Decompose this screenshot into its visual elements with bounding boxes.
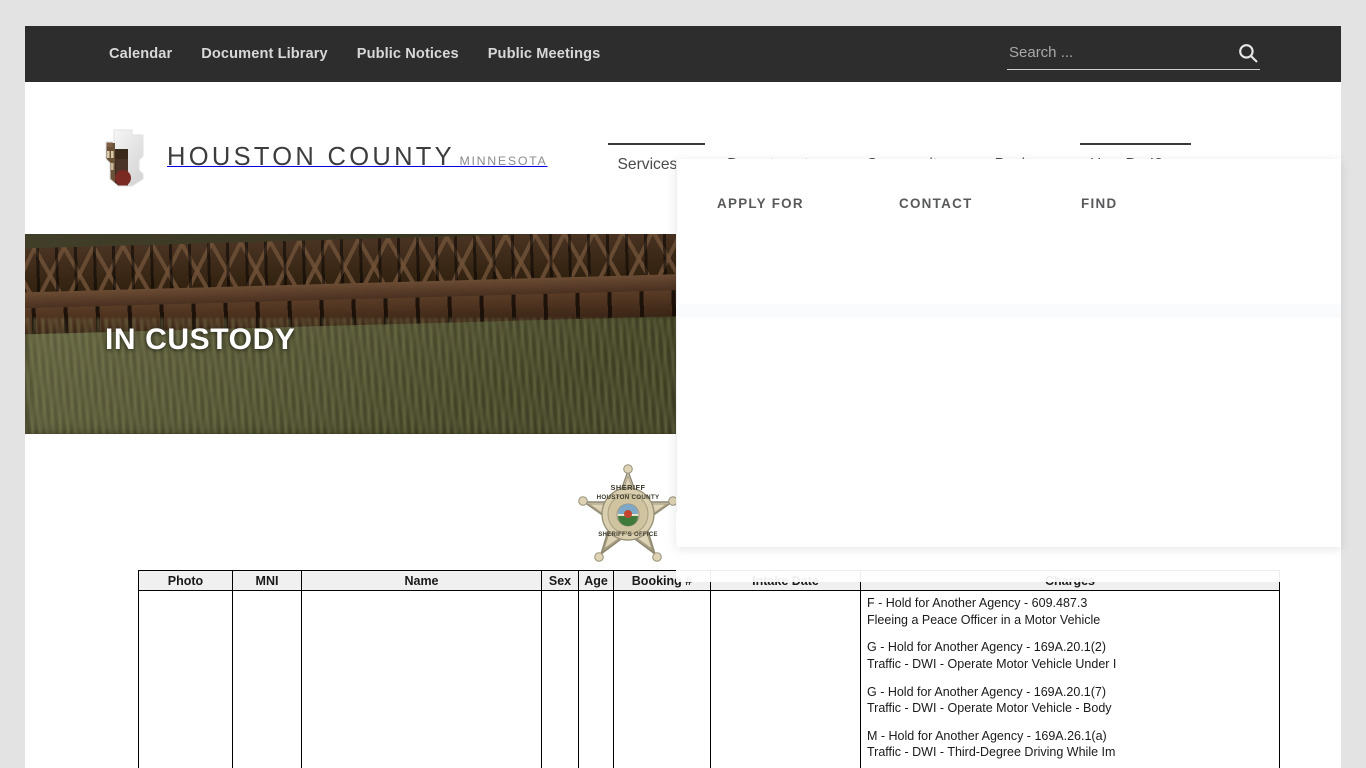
mega-menu-divider [676,304,1341,318]
column-header-intake-date: Intake Date [710,570,861,591]
charge-statute: G - Hold for Another Agency - 169A.20.1(… [867,640,1107,655]
table-body: F - Hold for Another Agency - 609.487.3 F… [138,590,1280,768]
brand-name: HOUSTON COUNTY [167,143,455,172]
mega-menu-heading-apply-for: APPLY FOR [717,196,804,211]
utility-nav: Calendar Document Library Public Notices… [109,46,600,62]
svg-text:HOUSTON COUNTY: HOUSTON COUNTY [596,494,659,501]
cell-photo [138,590,233,768]
search-input[interactable] [1007,44,1236,65]
mega-menu-column-apply-for: APPLY FOR [717,196,899,211]
charge-entry: G - Hold for Another Agency - 169A.20.1(… [867,684,1273,717]
mega-menu-column-contact: CONTACT [899,196,1081,211]
charge-statute: M - Hold for Another Agency - 169A.26.1(… [867,728,1107,743]
charge-description: Fleeing a Peace Officer in a Motor Vehic… [867,612,1101,627]
mega-menu-columns: APPLY FOR CONTACT FIND [676,159,1341,211]
column-header-mni: MNI [232,570,302,591]
cell-name [301,590,542,768]
houston-county-sheriff-badge-icon: SHERIFF HOUSTON COUNTY SHERIFF'S OFFICE [576,464,680,564]
utility-link-calendar[interactable]: Calendar [109,46,172,62]
column-header-photo: Photo [138,570,233,591]
nav-item-services-label: Services [617,156,678,174]
search-box[interactable] [1007,40,1260,70]
column-header-age: Age [578,570,614,591]
utility-link-public-meetings[interactable]: Public Meetings [488,46,601,62]
utility-link-document-library[interactable]: Document Library [201,46,327,62]
charge-entry: G - Hold for Another Agency - 169A.20.1(… [867,639,1273,672]
search-icon[interactable] [1236,41,1260,65]
column-header-booking: Booking # [613,570,711,591]
column-header-name: Name [301,570,542,591]
minnesota-state-courthouse-logo-icon [102,129,146,187]
mega-menu-heading-contact: CONTACT [899,196,973,211]
cell-booking [613,590,711,768]
site-logo-link[interactable]: HOUSTON COUNTY MINNESOTA [102,129,548,187]
mega-menu-bottom-fade [676,513,1341,547]
cell-intake [710,590,861,768]
table-header-row: Photo MNI Name Sex Age Booking # Intake … [138,570,1280,591]
charge-description: Traffic - DWI - Operate Motor Vehicle - … [867,701,1112,716]
svg-text:SHERIFF'S OFFICE: SHERIFF'S OFFICE [598,532,658,538]
mega-menu-heading-find: FIND [1081,196,1118,211]
roster-table-wrapper: Photo MNI Name Sex Age Booking # Intake … [25,570,1341,768]
cell-charges: F - Hold for Another Agency - 609.487.3 F… [860,590,1280,768]
mega-menu-left-edge [676,159,677,547]
hero-title: IN CUSTODY [105,323,296,356]
brand-state: MINNESOTA [459,154,548,169]
brand-text: HOUSTON COUNTY MINNESOTA [167,145,548,171]
svg-text:SHERIFF: SHERIFF [610,483,645,492]
table-head: Photo MNI Name Sex Age Booking # Intake … [138,570,1280,591]
charge-statute: G - Hold for Another Agency - 169A.20.1(… [867,684,1107,699]
charge-description: Traffic - DWI - Operate Motor Vehicle Un… [867,656,1117,671]
mega-menu-how-do-i[interactable]: APPLY FOR CONTACT FIND [676,159,1341,547]
page-root: Calendar Document Library Public Notices… [0,0,1366,768]
column-header-sex: Sex [541,570,579,591]
charge-entry: M - Hold for Another Agency - 169A.26.1(… [867,728,1273,761]
charge-description: Traffic - DWI - Third-Degree Driving Whi… [867,745,1116,760]
cell-age [578,590,614,768]
cell-sex [541,590,579,768]
column-header-charges: Charges [860,570,1280,591]
charge-entry: F - Hold for Another Agency - 609.487.3 F… [867,595,1273,628]
utility-link-public-notices[interactable]: Public Notices [357,46,459,62]
in-custody-table: Photo MNI Name Sex Age Booking # Intake … [138,570,1280,768]
mega-menu-column-find: FIND [1081,196,1263,211]
cell-mni [232,590,302,768]
table-row: F - Hold for Another Agency - 609.487.3 F… [138,590,1280,768]
charge-statute: F - Hold for Another Agency - 609.487.3 [867,596,1088,610]
utility-bar: Calendar Document Library Public Notices… [25,26,1341,82]
